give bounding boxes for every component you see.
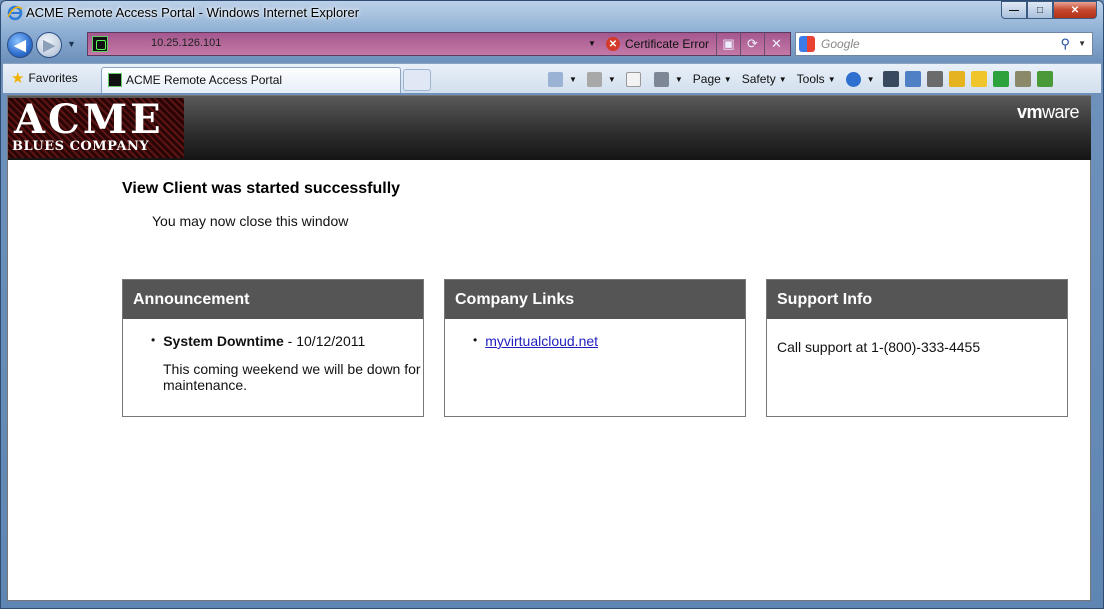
tab-label: ACME Remote Access Portal <box>126 73 283 87</box>
caption-buttons: — □ ✕ <box>1001 1 1097 19</box>
toolbar-addon-icon-2[interactable] <box>904 71 921 87</box>
search-box[interactable]: Google ⚲ ▼ <box>795 32 1093 56</box>
stop-icon[interactable]: ✕ <box>764 33 788 55</box>
announcement-item: • System Downtime - 10/12/2011 <box>151 333 365 349</box>
tab-acme-portal[interactable]: ACME Remote Access Portal <box>101 67 401 93</box>
search-input[interactable]: Google <box>821 37 860 51</box>
forward-button[interactable]: ▶ <box>36 32 62 58</box>
company-link[interactable]: myvirtualcloud.net <box>485 333 598 349</box>
announcement-item-date: - 10/12/2011 <box>283 333 366 349</box>
feeds-button[interactable]: ▼ <box>582 68 621 90</box>
vmware-logo-vm: vm <box>1016 102 1043 122</box>
company-link-item: • myvirtualcloud.net <box>473 333 598 349</box>
announcement-item-title: System Downtime <box>163 333 284 349</box>
favorites-label: Favorites <box>28 71 78 85</box>
favorites-bar: ★ Favorites ACME Remote Access Portal ▼ … <box>3 63 1101 93</box>
company-links-panel: Company Links • myvirtualcloud.net <box>444 279 746 417</box>
read-mail-button[interactable] <box>621 68 649 90</box>
favorites-button[interactable]: ★ Favorites <box>11 69 78 87</box>
certificate-error-icon[interactable]: ✕ <box>606 37 620 51</box>
minimize-button[interactable]: — <box>1001 1 1027 19</box>
announcement-panel-title: Announcement <box>123 280 423 319</box>
ie-logo-icon <box>7 5 23 21</box>
browser-window: ACME Remote Access Portal - Windows Inte… <box>0 0 1104 609</box>
printer-icon <box>653 71 669 87</box>
toolbar-addon-icon-6[interactable] <box>992 71 1009 87</box>
support-info-panel: Support Info Call support at 1-(800)-333… <box>766 279 1068 417</box>
google-icon <box>799 36 815 52</box>
announcement-panel: Announcement • System Downtime - 10/12/2… <box>122 279 424 417</box>
support-info-panel-title: Support Info <box>767 280 1067 319</box>
logo-sub-text: BLUES COMPANY <box>12 139 150 154</box>
toolbar-addon-icon-4[interactable] <box>948 71 965 87</box>
page-content: ACME BLUES COMPANY vmware View Client wa… <box>7 95 1091 601</box>
tools-menu-label: Tools <box>796 72 825 86</box>
status-title: View Client was started successfully <box>122 180 401 197</box>
command-bar: ▼ ▼ ▼ Page ▼ Safety ▼ Tools ▼ ▼ <box>543 68 1056 90</box>
navigation-bar: ◀ ▶ ▼ 10.25.126.101 ▼ ✕ Certificate Erro… <box>3 29 1101 61</box>
help-button[interactable]: ▼ <box>841 68 880 90</box>
tab-favicon-icon <box>108 73 122 87</box>
compatibility-view-icon[interactable]: ▣ <box>716 33 740 55</box>
help-icon <box>845 71 861 87</box>
bullet-icon: • <box>473 333 478 347</box>
support-info-text: Call support at 1-(800)-333-4455 <box>777 339 981 355</box>
vmware-logo-ware: ware <box>1041 102 1080 122</box>
address-url[interactable]: 10.25.126.101 <box>151 37 221 49</box>
address-bar[interactable]: 10.25.126.101 ▼ ✕ Certificate Error ▣ ⟳ … <box>87 32 791 56</box>
toolbar-addon-icon-3[interactable] <box>926 71 943 87</box>
status-message: You may now close this window <box>152 213 349 229</box>
toolbar-addon-icon-7[interactable] <box>1014 71 1031 87</box>
search-icon[interactable]: ⚲ <box>1060 36 1070 52</box>
logo-main-text: ACME <box>14 96 164 143</box>
favorites-star-icon: ★ <box>11 70 25 87</box>
safety-menu-label: Safety <box>741 72 776 86</box>
window-title: ACME Remote Access Portal - Windows Inte… <box>26 5 360 20</box>
rss-feed-icon <box>586 71 602 87</box>
announcement-item-header: System Downtime - 10/12/2011 <box>163 333 365 349</box>
address-tools: ▣ ⟳ ✕ <box>716 33 788 55</box>
acme-logo: ACME BLUES COMPANY <box>8 96 184 158</box>
mail-icon <box>625 71 641 87</box>
address-dropdown-icon[interactable]: ▼ <box>588 39 596 48</box>
tools-menu[interactable]: Tools ▼ <box>792 68 841 90</box>
search-options-dropdown-icon[interactable]: ▼ <box>1078 39 1086 48</box>
page-menu-label: Page <box>692 72 721 86</box>
print-button[interactable]: ▼ <box>649 68 688 90</box>
new-tab-button[interactable] <box>403 69 431 91</box>
page-menu[interactable]: Page ▼ <box>688 68 737 90</box>
toolbar-addon-icon-1[interactable] <box>882 71 899 87</box>
home-icon <box>548 71 563 87</box>
refresh-icon[interactable]: ⟳ <box>740 33 764 55</box>
certificate-error-label[interactable]: Certificate Error <box>625 37 709 51</box>
recent-pages-dropdown[interactable]: ▼ <box>67 39 76 49</box>
toolbar-addon-icon-8[interactable] <box>1036 71 1053 87</box>
maximize-button[interactable]: □ <box>1027 1 1053 19</box>
back-button[interactable]: ◀ <box>7 32 33 58</box>
bullet-icon: • <box>151 333 156 347</box>
safety-menu[interactable]: Safety ▼ <box>737 68 792 90</box>
vmware-logo: vmware <box>1016 102 1080 123</box>
announcement-item-body: This coming weekend we will be down for … <box>163 361 421 393</box>
site-favicon-icon <box>92 36 108 52</box>
company-links-panel-title: Company Links <box>445 280 745 319</box>
toolbar-addon-icon-5[interactable] <box>970 71 987 87</box>
title-bar: ACME Remote Access Portal - Windows Inte… <box>1 1 1103 27</box>
close-window-button[interactable]: ✕ <box>1053 1 1097 19</box>
portal-header: ACME BLUES COMPANY vmware <box>8 96 1091 160</box>
home-button[interactable]: ▼ <box>543 68 582 90</box>
